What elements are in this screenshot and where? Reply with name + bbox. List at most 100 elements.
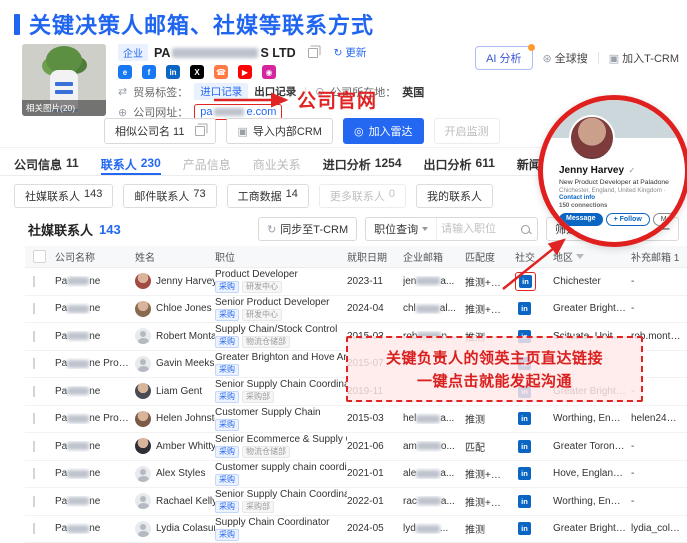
- extra-email-cell: lydia_colasurdo@...: [631, 523, 687, 534]
- social-cell: in: [515, 410, 553, 427]
- contact-name-cell: Alex Styles: [135, 466, 215, 482]
- tag-采购部: 采购部: [242, 501, 274, 513]
- global-search-button[interactable]: ⊛全球搜: [543, 50, 588, 66]
- select-all-checkbox[interactable]: [33, 250, 46, 263]
- export-records-tag[interactable]: 出口记录: [254, 84, 296, 99]
- chip-邮件联系人[interactable]: 邮件联系人73: [123, 184, 216, 208]
- avatar: [135, 356, 151, 372]
- extra-email-cell: helen241087@msn...: [631, 413, 687, 424]
- start-date-cell: 2015-03: [347, 413, 403, 424]
- tab-出口分析[interactable]: 出口分析611: [424, 156, 495, 175]
- search-icon[interactable]: [521, 225, 530, 234]
- globe-icon: ⊕: [118, 106, 127, 119]
- linkedin-icon[interactable]: in: [518, 522, 531, 535]
- facebook-icon[interactable]: f: [142, 65, 156, 79]
- linkedin-profile-popup: Jenny Harvey ✓ New Product Developer at …: [538, 95, 687, 247]
- linkedin-icon[interactable]: in: [518, 302, 531, 315]
- website-icon[interactable]: e: [118, 65, 132, 79]
- col-就职日期: 就职日期: [347, 249, 403, 264]
- contact-name-cell: Gavin Meeks: [135, 356, 215, 372]
- chip-工商数据[interactable]: 工商数据14: [227, 184, 309, 208]
- ai-analysis-button[interactable]: AI 分析: [475, 46, 532, 70]
- avatar: [135, 411, 151, 427]
- tab-联系人[interactable]: 联系人230: [101, 156, 161, 175]
- youtube-icon[interactable]: ▶: [238, 65, 252, 79]
- linkedin-icon[interactable]: in: [518, 495, 531, 508]
- linkedin-name: Jenny Harvey: [559, 165, 624, 176]
- row-checkbox[interactable]: [33, 468, 35, 479]
- x-icon[interactable]: X: [190, 65, 204, 79]
- enterprise-badge: 企业: [118, 44, 148, 61]
- tab-产品信息[interactable]: 产品信息: [183, 156, 231, 175]
- table-body: PaneJenny HarveyProduct Developer采购研发中心2…: [25, 268, 687, 543]
- position-search-input[interactable]: [437, 223, 519, 235]
- contact-name-cell: Rachael Kelly: [135, 493, 215, 509]
- contact-name-cell: Chloe Jones: [135, 301, 215, 317]
- follow-button[interactable]: + Follow: [606, 213, 650, 226]
- sync-tcrm-button[interactable]: ↻同步至T-CRM: [258, 217, 357, 241]
- avatar: [135, 438, 151, 454]
- message-button[interactable]: Message: [559, 213, 603, 226]
- linkedin-icon[interactable]: in: [518, 412, 531, 425]
- tag-物流仓储部: 物流仓储部: [242, 446, 290, 458]
- more-button[interactable]: More: [653, 213, 685, 226]
- copy-icon[interactable]: [308, 48, 318, 58]
- chip-更多联系人[interactable]: 更多联系人0: [319, 184, 406, 208]
- col-匹配度: 匹配度: [465, 249, 515, 264]
- tag-采购: 采购: [215, 474, 239, 486]
- location-value: 英国: [402, 84, 424, 100]
- row-checkbox[interactable]: [33, 331, 35, 342]
- linkedin-icon[interactable]: in: [166, 65, 180, 79]
- row-checkbox[interactable]: [33, 496, 35, 507]
- tab-商业关系[interactable]: 商业关系: [253, 156, 301, 175]
- verified-icon: ✓: [629, 166, 636, 175]
- start-date-cell: 2022-01: [347, 496, 403, 507]
- join-tcrm-button[interactable]: ▣加入T-CRM: [609, 50, 679, 66]
- refresh-update-button[interactable]: ↻ 更新: [334, 45, 367, 60]
- row-checkbox[interactable]: [33, 441, 35, 452]
- tab-公司信息[interactable]: 公司信息11: [14, 156, 79, 175]
- similar-company-button[interactable]: 相似公司名 11: [104, 118, 216, 144]
- start-monitor-button[interactable]: 开启监测: [434, 118, 500, 144]
- linkedin-icon[interactable]: in: [518, 440, 531, 453]
- trade-label: 贸易标签：: [133, 84, 188, 100]
- region-cell: Hove, England, Uni...: [553, 468, 631, 479]
- position-cell: Product Developer采购研发中心: [215, 269, 347, 293]
- company-cell: Pane Produc...: [55, 358, 135, 369]
- phone-icon[interactable]: ☎: [214, 65, 228, 79]
- filter-icon[interactable]: [576, 254, 584, 259]
- import-records-tag[interactable]: 进口记录: [194, 83, 248, 100]
- row-checkbox[interactable]: [33, 413, 35, 424]
- row-checkbox[interactable]: [33, 303, 35, 314]
- chip-社媒联系人[interactable]: 社媒联系人143: [14, 184, 113, 208]
- position-cell: Customer Supply Chain采购: [215, 407, 347, 431]
- position-query-dropdown[interactable]: 职位查询: [366, 218, 437, 240]
- contact-info-link[interactable]: Contact info: [559, 194, 595, 201]
- tab-进口分析[interactable]: 进口分析1254: [323, 156, 402, 175]
- col-地区: 地区: [553, 249, 631, 264]
- row-checkbox[interactable]: [33, 386, 35, 397]
- linkedin-icon[interactable]: in: [519, 275, 532, 288]
- col-社交: 社交: [515, 249, 553, 264]
- position-cell: Senior Supply Chain Coordinator采购采购部: [215, 379, 347, 403]
- row-checkbox[interactable]: [33, 276, 35, 287]
- trade-icon: ⇄: [118, 85, 127, 98]
- company-photo[interactable]: 相关图片(20): [22, 44, 106, 116]
- avatar: [135, 466, 151, 482]
- related-images-caption[interactable]: 相关图片(20): [22, 100, 106, 116]
- import-crm-button[interactable]: ▣导入内部CRM: [226, 118, 332, 144]
- radar-icon: ◎: [354, 125, 364, 138]
- linkedin-icon[interactable]: in: [518, 467, 531, 480]
- region-cell: Chichester: [553, 276, 631, 287]
- position-cell: Senior Product Developer采购研发中心: [215, 297, 347, 321]
- instagram-icon[interactable]: ◉: [262, 65, 276, 79]
- col-职位: 职位: [215, 249, 347, 264]
- tag-采购: 采购: [215, 529, 239, 541]
- section-title: 社媒联系人143: [28, 220, 121, 239]
- tag-采购: 采购: [215, 391, 239, 403]
- row-checkbox[interactable]: [33, 358, 35, 369]
- row-checkbox[interactable]: [33, 523, 35, 534]
- email-cell: alea...: [403, 468, 465, 479]
- add-radar-button[interactable]: ◎加入雷达: [343, 118, 424, 144]
- chip-我的联系人[interactable]: 我的联系人: [416, 184, 493, 208]
